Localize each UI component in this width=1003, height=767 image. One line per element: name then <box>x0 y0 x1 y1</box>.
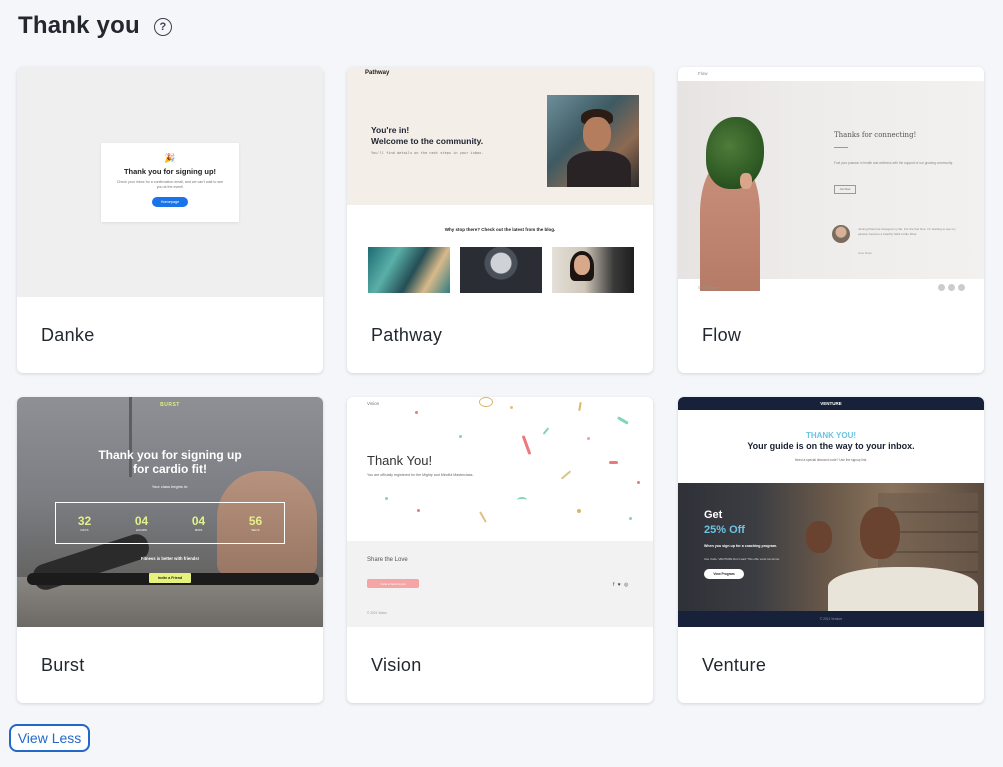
template-preview-flow: Flow Thanks for connecting! Fuel your pa… <box>678 67 984 297</box>
danke-body: Check your inbox for a confirmation emai… <box>116 180 224 190</box>
burst-invite-button: Invite a Friend <box>149 573 191 583</box>
pathway-heading-line1: You're in! <box>371 125 410 135</box>
venture-logo: VENTURE <box>678 397 984 410</box>
vision-share-heading: Share the Love <box>367 557 408 563</box>
pathway-blog-image <box>460 247 542 293</box>
countdown-mins: 04 MINS <box>192 514 205 532</box>
countdown-value: 04 <box>134 514 149 528</box>
template-preview-pathway: Pathway You're in! Welcome to the commun… <box>347 67 653 297</box>
venture-thanks: THANK YOU! <box>805 431 857 440</box>
pathway-heading-line2: Welcome to the community. <box>371 136 484 147</box>
countdown-days: 32 DAYS <box>78 514 91 532</box>
vision-copyright: © 2021 Vision <box>367 611 387 615</box>
facebook-icon <box>938 284 945 291</box>
instagram-icon <box>958 284 965 291</box>
countdown-unit: MINS <box>194 528 203 532</box>
burst-heading: Thank you for signing up for cardio fit! <box>17 448 323 477</box>
help-icon[interactable]: ? <box>153 18 172 36</box>
template-label: Flow <box>702 325 742 345</box>
pathway-blog-image <box>552 247 634 293</box>
burst-subtext: Your class begins in: <box>151 484 189 489</box>
template-label: Burst <box>41 655 85 675</box>
venture-offer-line1: Get <box>704 509 723 521</box>
danke-message-box: 🎉 Thank you for signing up! Check your i… <box>101 143 239 222</box>
flow-copyright: © 2021 Flow <box>698 286 718 290</box>
flow-join-button: Join Now <box>834 185 856 194</box>
pathway-subtext: You'll find details on the next steps in… <box>371 151 484 155</box>
countdown-value: 04 <box>191 514 206 528</box>
template-preview-danke: 🎉 Thank you for signing up! Check your i… <box>17 67 323 297</box>
vision-body: You are officially registered for the Mi… <box>367 473 474 477</box>
flow-body: Fuel your passion in health and wellness… <box>834 161 953 165</box>
burst-heading-line2: for cardio fit! <box>133 461 207 476</box>
template-card-venture[interactable]: VENTURE THANK YOU! Your guide is on the … <box>678 397 984 703</box>
social-icons: f ♥ ◎ <box>613 582 630 588</box>
vision-share-button: Invite a friend to join <box>367 579 419 588</box>
flow-quote: Joining Flow has changed my life. For th… <box>858 227 956 236</box>
flow-logo: Flow <box>698 71 708 76</box>
template-label: Vision <box>371 655 422 675</box>
page-title: Thank you <box>18 12 140 39</box>
pathway-blog-heading: Why stop there? Check out the latest fro… <box>444 227 556 232</box>
venture-footer: © 2021 Venture <box>678 611 984 627</box>
party-icon: 🎉 <box>164 153 176 163</box>
burst-countdown: 32 DAYS 04 HOURS 04 MINS 56 SECS <box>55 502 285 544</box>
flow-hero: Thanks for connecting! Fuel your passion… <box>678 81 984 291</box>
venture-offer-code: Use Code: VENTURE Don't wait! This offer… <box>704 557 780 561</box>
avatar <box>832 225 850 243</box>
venture-subtext: Need a special discount code? Use the si… <box>794 458 868 462</box>
template-preview-burst: BURST Thank you for signing up for cardi… <box>17 397 323 627</box>
venture-offer-line2: 25% Off <box>704 524 745 536</box>
venture-offer-body: When you sign up for a coaching program. <box>704 544 778 548</box>
countdown-secs: 56 SECS <box>249 514 262 532</box>
pathway-hero-photo <box>547 95 639 187</box>
venture-heading: Your guide is on the way to your inbox. <box>747 441 915 451</box>
flow-heading: Thanks for connecting! <box>834 131 917 139</box>
countdown-unit: HOURS <box>136 528 147 532</box>
template-preview-venture: VENTURE THANK YOU! Your guide is on the … <box>678 397 984 627</box>
countdown-unit: SECS <box>251 528 260 532</box>
template-card-danke[interactable]: 🎉 Thank you for signing up! Check your i… <box>17 67 323 373</box>
template-preview-vision: Vision Thank You! You are officially reg… <box>347 397 653 627</box>
template-card-burst[interactable]: BURST Thank you for signing up for cardi… <box>17 397 323 703</box>
burst-heading-line1: Thank you for signing up <box>98 448 242 462</box>
twitter-icon <box>948 284 955 291</box>
danke-heading: Thank you for signing up! <box>123 167 217 176</box>
template-label: Pathway <box>371 325 443 345</box>
view-less-button[interactable]: View Less <box>9 724 90 752</box>
countdown-hours: 04 HOURS <box>135 514 148 532</box>
burst-logo: BURST <box>160 402 180 408</box>
pathway-logo: Pathway <box>365 70 390 76</box>
danke-homepage-button: Homepage <box>151 197 189 208</box>
pathway-hero: Pathway You're in! Welcome to the commun… <box>347 67 653 205</box>
vision-heading: Thank You! <box>367 453 433 468</box>
flow-quote-author: Jane Rowe <box>858 251 872 255</box>
vision-logo: Vision <box>367 401 380 406</box>
burst-tagline: Fitness is better with friends! <box>140 556 200 561</box>
pathway-blog-image <box>368 247 450 293</box>
template-label: Danke <box>41 325 95 345</box>
countdown-value: 56 <box>248 514 263 528</box>
template-card-flow[interactable]: Flow Thanks for connecting! Fuel your pa… <box>678 67 984 373</box>
countdown-unit: DAYS <box>80 528 89 532</box>
countdown-value: 32 <box>77 514 92 528</box>
section-header: Thank you ? <box>18 12 172 40</box>
template-card-pathway[interactable]: Pathway You're in! Welcome to the commun… <box>347 67 653 373</box>
pathway-heading: You're in! Welcome to the community. <box>371 125 483 147</box>
template-card-vision[interactable]: Vision Thank You! You are officially reg… <box>347 397 653 703</box>
template-label: Venture <box>702 655 767 675</box>
venture-view-program-button: View Program <box>704 569 744 579</box>
